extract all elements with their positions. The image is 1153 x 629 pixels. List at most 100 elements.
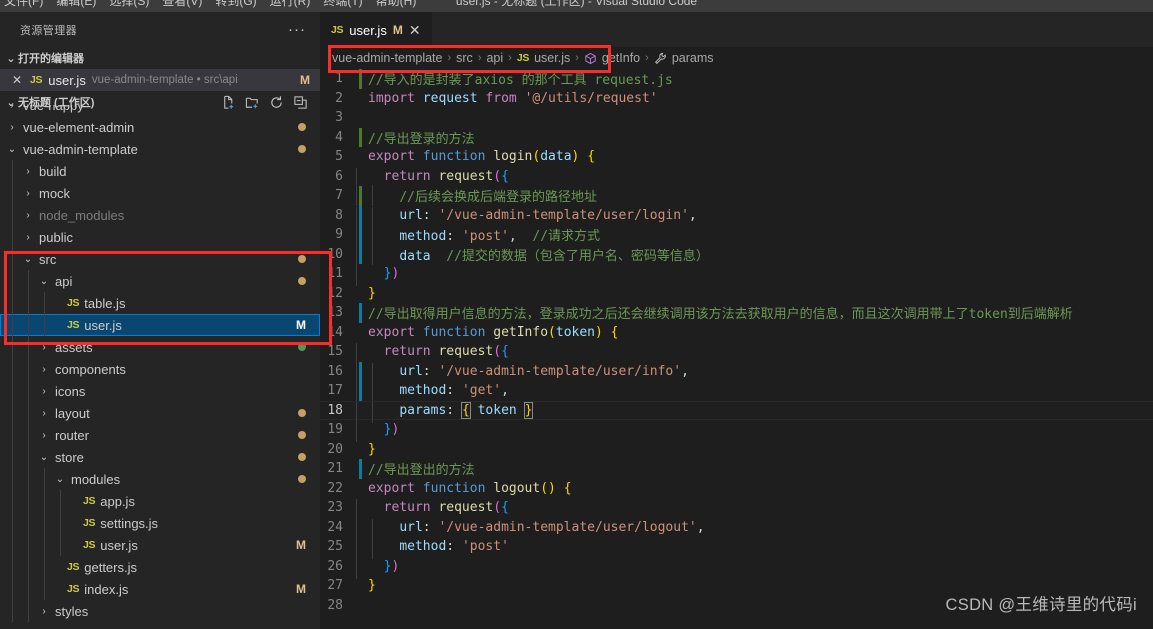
tree-item-api[interactable]: ⌄ api [0, 270, 320, 292]
breadcrumb-item[interactable]: getInfo [602, 51, 640, 65]
open-editor-item[interactable]: ✕ JS user.js vue-admin-template • src\ap… [0, 69, 320, 91]
close-icon[interactable]: ✕ [409, 22, 421, 39]
code-line[interactable]: 26 }) [320, 557, 1153, 579]
breadcrumb-item[interactable]: vue-admin-template [332, 51, 442, 65]
code-line[interactable]: 17 method: 'get', [320, 381, 1153, 404]
tree-item-user-js[interactable]: JS user.js M [0, 534, 320, 556]
indent-guide [12, 490, 13, 512]
code-line[interactable]: 21 //导出登出的方法 [320, 459, 1153, 479]
code-line-text: method: 'get', [356, 382, 509, 404]
code-line-text: data //提交的数据（包含了用户名、密码等信息） [356, 243, 709, 265]
vscode-window: 文件(F) 编辑(E) 选择(S) 查看(V) 转到(G) 运行(R) 终端(T) 帮助(H)… [0, 0, 1153, 629]
tree-item-label: node_modules [39, 207, 125, 223]
js-file-icon: JS [83, 495, 96, 507]
tree-item-label: modules [71, 471, 121, 487]
tree-item-getters-js[interactable]: JS getters.js [0, 556, 320, 578]
tree-item-public[interactable]: › public [0, 226, 320, 248]
tree-item-layout[interactable]: › layout [0, 402, 320, 424]
code-editor[interactable]: 1 //导入的是封装了axios 的那个工具 request.js 2 import … [320, 69, 1153, 629]
chevron-down-icon: ⌄ [39, 275, 49, 287]
code-line[interactable]: 12} [320, 284, 1153, 304]
code-line[interactable]: 18 params: { token } [320, 400, 1153, 423]
code-line[interactable]: 8 url: '/vue-admin-template/user/login', [320, 205, 1153, 228]
tree-item-src[interactable]: ⌄ src [0, 248, 320, 270]
code-line[interactable]: 24 url: '/vue-admin-template/user/logout… [320, 518, 1153, 540]
tree-item-components[interactable]: › components [0, 358, 320, 380]
code-line[interactable]: 3 [320, 108, 1153, 128]
code-line[interactable]: 4 //导出登录的方法 [320, 127, 1153, 147]
code-token: url [399, 363, 423, 379]
line-number: 8 [335, 207, 343, 223]
code-line[interactable]: 15 return request({ [320, 342, 1153, 365]
tree-item-modules[interactable]: ⌄ modules [0, 468, 320, 490]
tree-item-node-modules[interactable]: › node_modules [0, 204, 320, 226]
indent-guide [12, 446, 13, 468]
breadcrumb-item[interactable]: params [672, 51, 714, 65]
code-token: , [508, 229, 533, 245]
code-token: request [422, 90, 478, 106]
tree-item-vue-element-admin[interactable]: › vue-element-admin [0, 116, 320, 138]
js-file-icon: JS [67, 583, 80, 595]
tree-item-build[interactable]: › build [0, 160, 320, 182]
code-line[interactable]: 10 data //提交的数据（包含了用户名、密码等信息） [320, 243, 1153, 265]
status-badge: M [296, 582, 306, 596]
code-line[interactable]: 6 return request({ [320, 167, 1153, 189]
code-line[interactable]: 22 export function logout() { [320, 479, 1153, 499]
code-line[interactable]: 16 url: '/vue-admin-template/user/info', [320, 361, 1153, 384]
tree-item-app-js[interactable]: JS app.js [0, 490, 320, 512]
code-line[interactable]: 5 export function login(data) { [320, 147, 1153, 167]
indent-guide [12, 314, 13, 336]
chevron-down-icon: ⌄ [6, 52, 16, 65]
tree-item-router[interactable]: › router [0, 424, 320, 446]
line-number: 23 [327, 500, 343, 516]
code-line[interactable]: 20} [320, 440, 1153, 460]
code-line[interactable]: 7 //后续会换成后端登录的路径地址 [320, 185, 1153, 207]
breadcrumb-item[interactable]: api [486, 51, 503, 65]
code-line-text: } [356, 578, 376, 593]
tree-item-icons[interactable]: › icons [0, 380, 320, 402]
indent-guide [12, 182, 13, 204]
code-line[interactable]: 13 //导出取得用户信息的方法，登录成功之后还会继续调用该方法去获取用户的信息，… [320, 303, 1153, 323]
menu-bar: 文件(F) 编辑(E) 选择(S) 查看(V) 转到(G) 运行(R) 终端(T) 帮助(H)… [0, 0, 1153, 12]
tree-item-settings-js[interactable]: JS settings.js [0, 512, 320, 534]
tree-item-mock[interactable]: › mock [0, 182, 320, 204]
code-token: method [399, 539, 447, 555]
code-line[interactable]: 25 method: 'post' [320, 537, 1153, 560]
close-icon[interactable]: ✕ [10, 73, 24, 87]
tree-item-assets[interactable]: › assets [0, 336, 320, 358]
indent-guide [44, 578, 45, 600]
tree-item-user-js[interactable]: JS user.js M [0, 314, 320, 336]
breadcrumb[interactable]: vue-admin-template › src › api › JS user.js › get… [320, 47, 1153, 69]
line-number: 13 [327, 305, 343, 321]
line-number: 19 [327, 422, 343, 438]
code-line[interactable]: 9 method: 'post', //请求方式 [320, 224, 1153, 246]
code-line[interactable]: 19 }) [320, 420, 1153, 443]
tree-item-vue-admin-template[interactable]: ⌄ vue-admin-template [0, 138, 320, 160]
indent-guide [356, 185, 357, 207]
code-token: : [422, 207, 439, 223]
code-line[interactable]: 11 }) [320, 264, 1153, 287]
tree-item-vue-happy[interactable]: › vue-happy [0, 105, 320, 116]
indent-guide [12, 534, 13, 556]
code-line[interactable]: 23 return request({ [320, 498, 1153, 521]
breadcrumb-separator: › [477, 52, 482, 64]
code-line[interactable]: 14 export function getInfo(token) { [320, 323, 1153, 343]
tree-item-store[interactable]: ⌄ store [0, 446, 320, 468]
tree-item-styles[interactable]: › styles [0, 600, 320, 622]
tree-item-index-js[interactable]: JS index.js M [0, 578, 320, 600]
tree-item-table-js[interactable]: JS table.js [0, 292, 320, 314]
chevron-right-icon: › [10, 121, 14, 133]
code-token: } [368, 441, 376, 457]
breadcrumb-item[interactable]: src [456, 51, 473, 65]
code-line[interactable]: 2 import request from '@/utils/request' [320, 89, 1153, 109]
breadcrumb-item[interactable]: user.js [534, 51, 570, 65]
tab-user-js[interactable]: JS user.js M ✕ [320, 12, 432, 47]
code-token: //后续会换成后端登录的路径地址 [399, 190, 597, 206]
explorer-more-actions-icon[interactable]: ··· [288, 21, 306, 38]
indent-guide [12, 424, 13, 446]
open-editors-section-header[interactable]: ⌄ 打开的编辑器 [0, 47, 320, 69]
code-line[interactable]: 1 //导入的是封装了axios 的那个工具 request.js [320, 69, 1153, 89]
file-tree[interactable]: › vue-happy › vue-element-admin ⌄ vue-admin-t… [0, 105, 320, 629]
